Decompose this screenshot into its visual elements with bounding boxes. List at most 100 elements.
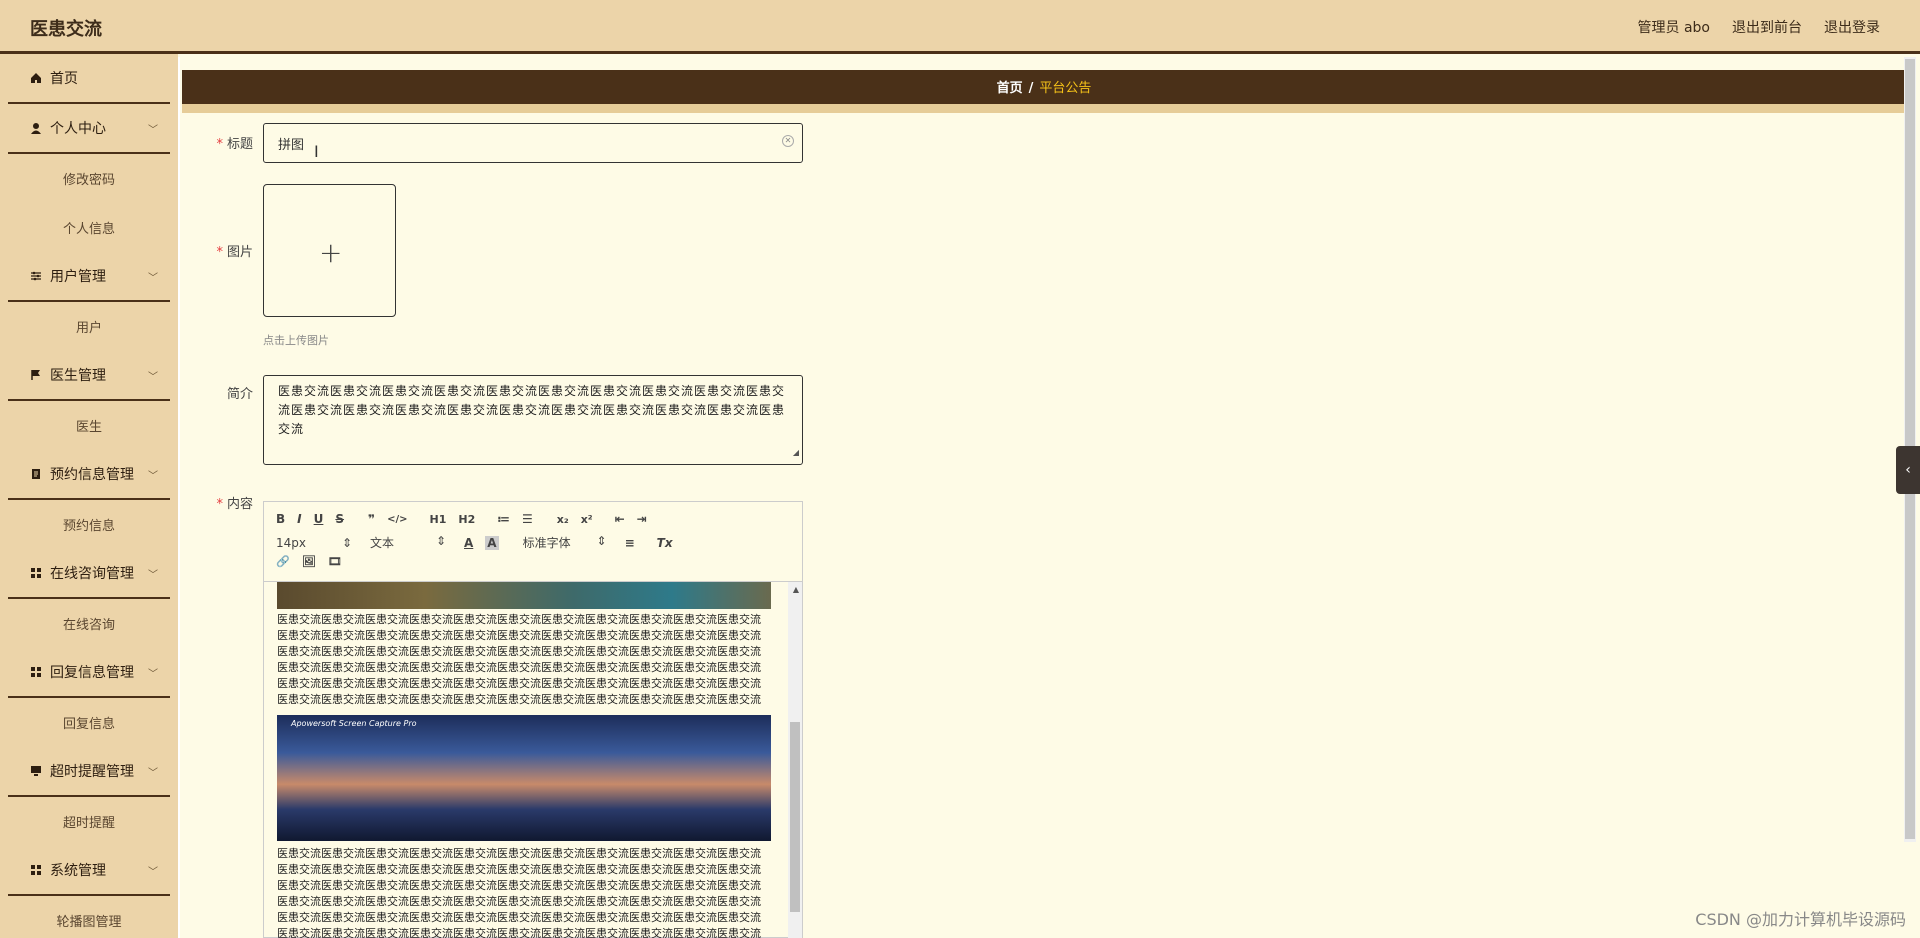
h1-button[interactable]: H1 bbox=[430, 513, 447, 526]
bold-button[interactable]: B bbox=[276, 512, 285, 526]
editor-toolbar: B I U S ❞ </> H1 H2 ≔ ☰ x₂ x² ⇤ ⇥ 14px ⇕ … bbox=[264, 502, 802, 582]
chevron-down-icon: ﹀ bbox=[148, 669, 158, 680]
chevron-down-icon: ﹀ bbox=[148, 125, 158, 136]
superscript-button[interactable]: x² bbox=[581, 513, 593, 526]
watermark: CSDN @加力计算机毕设源码 bbox=[1695, 910, 1906, 929]
title-label: * 标题 bbox=[216, 137, 253, 152]
ordered-list-button[interactable]: ≔ bbox=[497, 512, 510, 526]
sidebar-item-home[interactable]: 首页 bbox=[8, 54, 170, 104]
h2-button[interactable]: H2 bbox=[458, 513, 475, 526]
sidebar-item-doctors[interactable]: 医生管理 ﹀ bbox=[8, 351, 170, 401]
sliders-icon bbox=[30, 270, 42, 282]
back-to-frontend-link[interactable]: 退出到前台 bbox=[1732, 17, 1802, 37]
submenu-change-password[interactable]: 修改密码 bbox=[0, 154, 178, 203]
link-icon[interactable]: 🔗 bbox=[276, 555, 290, 568]
collapse-panel-handle[interactable]: ‹ bbox=[1896, 446, 1920, 494]
chevron-down-icon: ﹀ bbox=[148, 372, 158, 383]
logout-link[interactable]: 退出登录 bbox=[1824, 17, 1880, 37]
grid-icon bbox=[30, 864, 42, 876]
chevron-down-icon: ﹀ bbox=[148, 273, 158, 284]
upload-tip: 点击上传图片 bbox=[263, 334, 329, 347]
user-icon bbox=[30, 122, 42, 134]
sidebar-item-label: 系统管理 bbox=[50, 863, 106, 879]
sidebar-item-label: 个人中心 bbox=[50, 121, 106, 137]
chevron-down-icon: ﹀ bbox=[148, 768, 158, 779]
submenu-personal-info[interactable]: 个人信息 bbox=[0, 203, 178, 252]
subscript-button[interactable]: x₂ bbox=[557, 513, 569, 526]
sidebar-item-personal[interactable]: 个人中心 ﹀ bbox=[8, 104, 170, 154]
italic-button[interactable]: I bbox=[297, 512, 301, 526]
sidebar-item-consultation[interactable]: 在线咨询管理 ﹀ bbox=[8, 549, 170, 599]
chevron-down-icon: ﹀ bbox=[148, 867, 158, 878]
image-uploader[interactable]: + bbox=[263, 184, 396, 317]
document-icon bbox=[30, 468, 42, 480]
top-nav: 管理员 abo 退出到前台 退出登录 bbox=[1638, 17, 1880, 37]
sidebar-item-label: 预约信息管理 bbox=[50, 467, 134, 483]
title-input-value: 拼图 bbox=[278, 138, 305, 153]
submenu-online-consultation[interactable]: 在线咨询 bbox=[0, 599, 178, 648]
font-family-select[interactable]: 标准字体 ⇕ bbox=[523, 534, 607, 551]
admin-user-label[interactable]: 管理员 abo bbox=[1638, 17, 1710, 37]
sidebar-item-system[interactable]: 系统管理 ﹀ bbox=[8, 846, 170, 896]
content-image-city: Apowersoft Screen Capture Pro bbox=[277, 715, 771, 841]
strike-button[interactable]: S bbox=[335, 512, 344, 526]
background-color-button[interactable]: A bbox=[485, 535, 499, 550]
clear-icon[interactable]: ✕ bbox=[782, 135, 794, 147]
intro-textarea[interactable]: 医患交流医患交流医患交流医患交流医患交流医患交流医患交流医患交流医患交流医患交流… bbox=[263, 375, 803, 465]
editor-scrollbar[interactable] bbox=[788, 582, 802, 938]
image-caption: Apowersoft Screen Capture Pro bbox=[291, 719, 417, 728]
chevron-down-icon: ﹀ bbox=[148, 570, 158, 581]
image-icon[interactable]: 🖼 bbox=[302, 555, 316, 568]
submenu-carousel[interactable]: 轮播图管理 bbox=[0, 896, 178, 938]
sidebar-item-label: 医生管理 bbox=[50, 368, 106, 384]
sidebar: 首页 个人中心 ﹀ 修改密码 个人信息 用户管理 ﹀ 用户 医生管理 ﹀ 医生 预约信… bbox=[0, 54, 178, 938]
blockquote-button[interactable]: ❞ bbox=[368, 512, 375, 526]
top-bar: 医患交流 管理员 abo 退出到前台 退出登录 bbox=[0, 0, 1920, 54]
grid-icon bbox=[30, 567, 42, 579]
sidebar-item-replies[interactable]: 回复信息管理 ﹀ bbox=[8, 648, 170, 698]
bullet-list-button[interactable]: ☰ bbox=[522, 512, 533, 526]
grid-icon bbox=[30, 666, 42, 678]
submenu-reply-info[interactable]: 回复信息 bbox=[0, 698, 178, 747]
sidebar-item-users[interactable]: 用户管理 ﹀ bbox=[8, 252, 170, 302]
editor-scrollbar-thumb[interactable] bbox=[790, 722, 800, 912]
sidebar-item-label: 回复信息管理 bbox=[50, 665, 134, 681]
indent-button[interactable]: ⇥ bbox=[637, 512, 647, 526]
submenu-doctor[interactable]: 医生 bbox=[0, 401, 178, 450]
clear-format-button[interactable]: Tx bbox=[657, 536, 673, 550]
scroll-up-icon[interactable]: ▲ bbox=[793, 585, 799, 594]
sidebar-item-label: 首页 bbox=[50, 71, 78, 87]
sidebar-item-timeout[interactable]: 超时提醒管理 ﹀ bbox=[8, 747, 170, 797]
text-style-select[interactable]: 文本 ⇕ bbox=[370, 534, 446, 551]
plus-icon: + bbox=[319, 236, 343, 269]
submenu-appointment-info[interactable]: 预约信息 bbox=[0, 500, 178, 549]
home-icon bbox=[30, 72, 42, 84]
title-input[interactable]: 拼图 I ✕ bbox=[263, 123, 803, 163]
align-button[interactable]: ≡ bbox=[625, 536, 635, 550]
sidebar-item-label: 用户管理 bbox=[50, 269, 106, 285]
sidebar-item-appointments[interactable]: 预约信息管理 ﹀ bbox=[8, 450, 170, 500]
breadcrumb: 首页 / 平台公告 bbox=[182, 77, 1906, 96]
content-paragraph: 医患交流医患交流医患交流医患交流医患交流医患交流医患交流医患交流医患交流医患交流… bbox=[277, 613, 761, 706]
resize-handle-icon[interactable]: ◢ bbox=[793, 443, 800, 462]
font-color-button[interactable]: A bbox=[464, 536, 473, 550]
submenu-timeout-reminder[interactable]: 超时提醒 bbox=[0, 797, 178, 846]
breadcrumb-home[interactable]: 首页 bbox=[997, 81, 1023, 96]
sidebar-item-label: 在线咨询管理 bbox=[50, 566, 134, 582]
font-size-select[interactable]: 14px ⇕ bbox=[276, 536, 352, 550]
intro-text: 医患交流医患交流医患交流医患交流医患交流医患交流医患交流医患交流医患交流医患交流… bbox=[278, 384, 786, 436]
outdent-button[interactable]: ⇤ bbox=[615, 512, 625, 526]
app-brand: 医患交流 bbox=[30, 19, 102, 40]
video-icon[interactable]: 🎞 bbox=[328, 555, 342, 568]
sidebar-item-label: 超时提醒管理 bbox=[50, 764, 134, 780]
editor-content[interactable]: 医患交流医患交流医患交流医患交流医患交流医患交流医患交流医患交流医患交流医患交流… bbox=[264, 582, 789, 938]
content-paragraph: 医患交流医患交流医患交流医患交流医患交流医患交流医患交流医患交流医患交流医患交流… bbox=[277, 847, 761, 938]
breadcrumb-separator: / bbox=[1028, 81, 1034, 96]
submenu-user[interactable]: 用户 bbox=[0, 302, 178, 351]
content-label: * 内容 bbox=[216, 497, 253, 512]
rich-text-editor: B I U S ❞ </> H1 H2 ≔ ☰ x₂ x² ⇤ ⇥ 14px ⇕ … bbox=[263, 501, 803, 938]
underline-button[interactable]: U bbox=[314, 512, 324, 526]
chevron-left-icon: ‹ bbox=[1905, 462, 1911, 478]
code-block-button[interactable]: </> bbox=[387, 514, 407, 525]
chevron-down-icon: ﹀ bbox=[148, 471, 158, 482]
